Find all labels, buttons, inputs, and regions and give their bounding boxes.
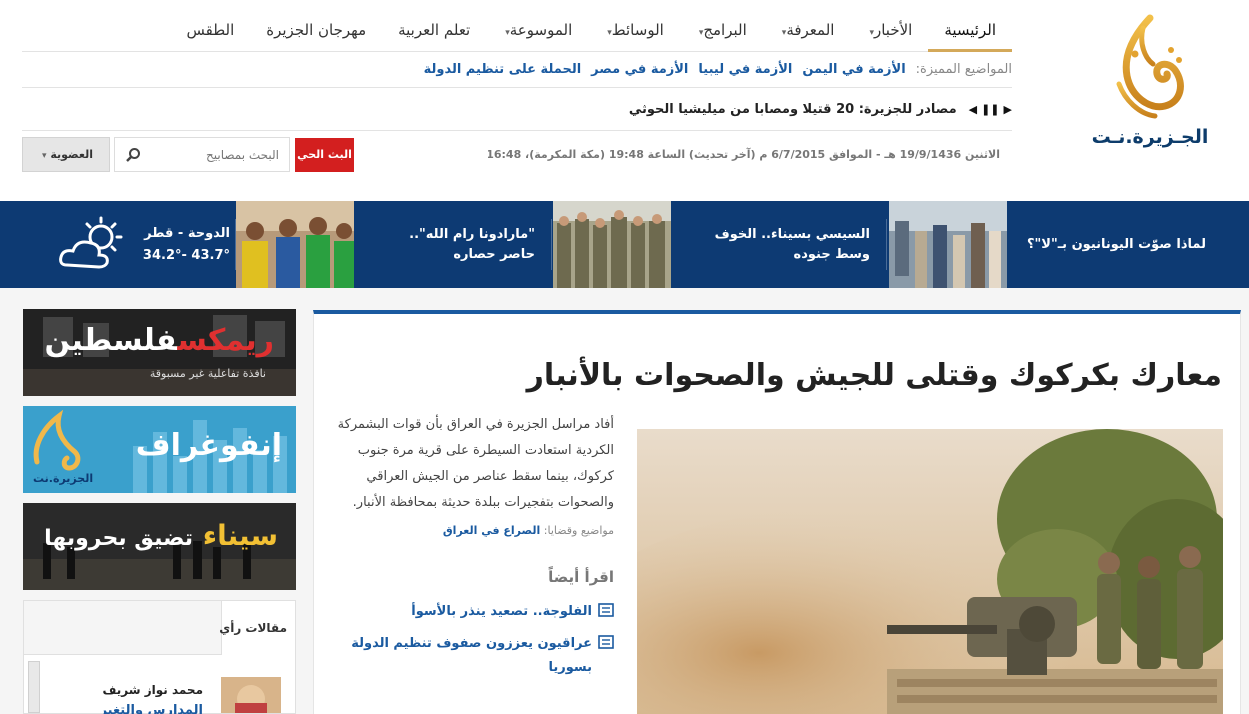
nav-item-label: الموسوعة [509,20,573,39]
featured-link[interactable]: الأزمة في اليمن [802,62,905,77]
read-also-title: عراقيون يعززون صفوف تنظيم الدولة بسوريا [351,636,592,675]
banner-title: ريمكسفلسطين [45,323,274,358]
nav-item[interactable]: مهرجان الجزيرة [250,8,382,52]
remix-palestine-banner[interactable]: ريمكسفلسطين نافذة تفاعلية غير مسبوقة [23,309,296,396]
author-photo-image [221,677,281,713]
site-logo[interactable]: الجـزيرة.نـت [1085,14,1215,154]
nav-item[interactable]: الوسائط▾ [588,8,680,52]
strip-item[interactable]: السيسي بسيناء.. الخوف وسط جنوده [552,201,886,288]
strip-thumb-image [889,201,1007,288]
logo-text: الجـزيرة.نـت [1091,126,1209,148]
membership-dropdown[interactable]: العضوية ▾ [22,137,110,172]
sinai-banner[interactable]: سيناء تضيق بحروبها [23,503,296,590]
banner-title: إنفوغراف [135,428,282,463]
nav-item-label: تعلم العربية [398,20,471,39]
dateline: الاثنين 19/9/1436 هـ - الموافق 6/7/2015 … [488,148,1000,161]
nav-item-label: الوسائط [611,20,664,39]
divider [551,219,552,270]
strip-caption: "مارادونا رام الله".. حاصر حصاره [409,226,535,262]
banner-title: سيناء تضيق بحروبها [44,519,278,552]
nav-item-label: مهرجان الجزيرة [266,20,367,39]
scrollbar[interactable] [28,661,40,713]
banner-logo-text: الجزيرة.نت [33,472,94,485]
nav-item-label: المعرفة [786,20,835,39]
opinion-title[interactable]: المدارس والتغير [100,703,203,714]
search-icon [126,147,140,162]
page: الجـزيرة.نـت الرئيسية الأخبار▾ المعرفة▾ الب… [0,0,1249,714]
article-image[interactable] [637,429,1223,714]
main-article: معارك بكركوك وقتلى للجيش والصحوات بالأنب… [313,310,1241,714]
header: الجـزيرة.نـت الرئيسية الأخبار▾ المعرفة▾ الب… [0,0,1249,200]
strip-item[interactable]: لماذا صوّت اليونانيون بـ"لا"؟ [887,201,1222,288]
featured-strip: لماذا صوّت اليونانيون بـ"لا"؟ السيسي بسي… [0,201,1249,288]
opinions-tab-area [24,601,222,655]
nav-item[interactable]: الأخبار▾ [850,8,928,52]
featured-link[interactable]: الأزمة في مصر [591,62,688,77]
opinions-body: محمد نواز شريف المدارس والتغير [24,655,295,714]
nav-item[interactable]: الموسوعة▾ [486,8,588,52]
divider [886,219,887,270]
featured-link[interactable]: الأزمة في ليبيا [698,62,792,77]
article-icon [598,635,614,649]
featured-label: المواضيع المميزة: [915,62,1012,77]
opinion-author[interactable]: محمد نواز شريف [102,683,203,697]
nav-item[interactable]: المعرفة▾ [763,8,851,52]
ticker-controls: ▶ ❚❚ ◀ [969,103,1012,116]
article-lead: أفاد مراسل الجزيرة في العراق بأن قوات ال… [337,417,614,510]
search-button[interactable] [115,138,151,171]
ticker-headline[interactable]: مصادر للجزيرة: 20 قتيلا ومصابا من ميليشي… [627,102,957,117]
read-also-list: الفلوجة.. تصعيد ينذر بالأسوأ عراقيون يعز… [336,600,614,688]
strip-thumb-image [236,201,354,288]
nav-item-label: الطقس [186,20,235,39]
author-photo[interactable] [221,677,281,713]
nav-item-label: الأخبار [873,20,913,39]
ticker-prev-icon[interactable]: ◀ [969,103,977,116]
weather-text: الدوحة - قطر 43.7° -34.2° [135,223,230,267]
read-also-item[interactable]: الفلوجة.. تصعيد ينذر بالأسوأ [336,600,614,624]
opinions-heading[interactable]: مقالات رأي [219,621,287,635]
nav-item-label: البرامج [703,20,747,39]
banner-title-white: فلسطين [44,323,178,358]
article-title[interactable]: معارك بكركوك وقتلى للجيش والصحوات بالأنب… [527,358,1222,393]
weather-temps: 43.7° -34.2° [142,247,230,263]
featured-topics: المواضيع المميزة: الأزمة في اليمن الأزمة… [22,52,1012,88]
ticker-pause-icon[interactable]: ❚❚ [981,103,999,116]
banner-title-red: ريمكس [177,323,274,358]
banner-title-yellow: سيناء [202,519,278,552]
infograph-banner[interactable]: إنفوغراف الجزيرة.نت [23,406,296,493]
nav-item[interactable]: الرئيسية [928,8,1012,52]
topic-link[interactable]: الصراع في العراق [443,524,540,537]
membership-label: العضوية [50,148,94,161]
main-nav: الرئيسية الأخبار▾ المعرفة▾ البرامج▾ الوسائط▾… [22,8,1012,52]
live-broadcast-button[interactable]: البث الحي [295,138,354,172]
nav-item-label: الرئيسية [944,20,996,39]
divider [235,219,236,270]
aljazeera-logo-icon [1116,14,1184,119]
topics-label: مواضيع وقضايا: [543,524,614,537]
strip-caption: لماذا صوّت اليونانيون بـ"لا"؟ [1026,236,1206,252]
search-input[interactable] [151,138,289,171]
chevron-down-icon: ▾ [41,151,47,161]
featured-link[interactable]: الحملة على تنظيم الدولة [424,62,582,77]
partly-cloudy-icon [59,216,123,269]
banner-title-white: تضيق بحروبها [44,526,194,551]
nav-item[interactable]: تعلم العربية [382,8,486,52]
read-also-heading: اقرأ أيضاً [548,568,614,586]
strip-thumb-image [553,201,671,288]
nav-item[interactable]: البرامج▾ [680,8,763,52]
ticker-next-icon[interactable]: ▶ [1004,103,1012,116]
banner-subtitle: نافذة تفاعلية غير مسبوقة [149,367,266,380]
read-also-title: الفلوجة.. تصعيد ينذر بالأسوأ [411,604,592,619]
opinions-widget: مقالات رأي محمد نواز شريف المدارس والتغي… [23,600,296,714]
article-icon [598,603,614,617]
news-ticker: ▶ ❚❚ ◀ مصادر للجزيرة: 20 قتيلا ومصابا من… [22,89,1012,131]
search-box [114,137,290,172]
strip-item[interactable]: "مارادونا رام الله".. حاصر حصاره [236,201,551,288]
nav-item[interactable]: الطقس [170,8,250,52]
weather-widget[interactable]: الدوحة - قطر 43.7° -34.2° [40,201,230,288]
article-topics: مواضيع وقضايا: الصراع في العراق [336,524,614,537]
weather-city: الدوحة - قطر [144,225,230,241]
strip-caption: السيسي بسيناء.. الخوف وسط جنوده [714,226,870,262]
read-also-item[interactable]: عراقيون يعززون صفوف تنظيم الدولة بسوريا [336,632,614,680]
